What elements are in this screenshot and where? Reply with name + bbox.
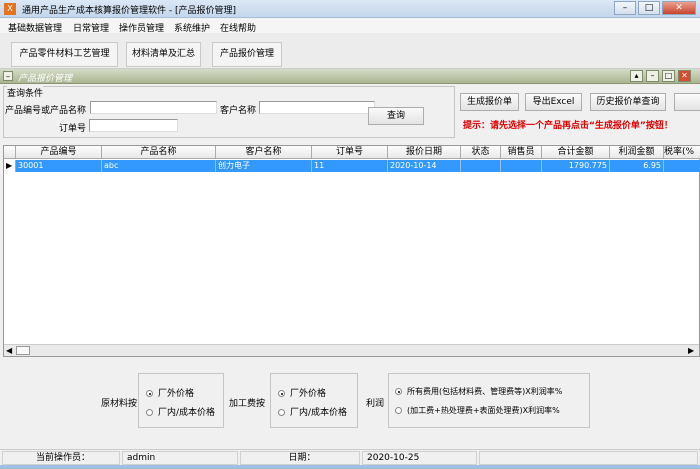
radio-checked-icon: [395, 388, 402, 395]
export-excel-button[interactable]: 导出Excel: [525, 93, 582, 111]
product-label: 产品编号或产品名称: [5, 106, 87, 116]
processing-group: [270, 373, 358, 428]
cell-profit[interactable]: 6.95: [610, 160, 664, 172]
scroll-thumb[interactable]: [16, 346, 30, 355]
col-header-date[interactable]: 报价日期: [388, 146, 461, 159]
col-header-customer[interactable]: 客户名称: [216, 146, 312, 159]
profit-group: [388, 373, 590, 428]
quote-manage-button[interactable]: 产品报价管理: [212, 42, 282, 67]
app-icon: X: [4, 3, 16, 15]
hint-text: 提示：请先选择一个产品再点击“生成报价单”按钮！: [463, 121, 673, 131]
col-header-order[interactable]: 订单号: [312, 146, 388, 159]
horizontal-scrollbar[interactable]: ◀ ▶: [4, 344, 699, 356]
material-option-external[interactable]: 厂外价格: [146, 386, 194, 399]
status-panel-empty: [479, 451, 698, 465]
scroll-left-icon[interactable]: ◀: [6, 346, 12, 355]
cell-date[interactable]: 2020-10-14: [388, 160, 461, 172]
processing-option-external[interactable]: 厂外价格: [278, 386, 326, 399]
date-value: 2020-10-25: [362, 451, 477, 465]
parts-process-button[interactable]: 产品零件材料工艺管理: [11, 42, 118, 67]
profit-label: 利润: [366, 399, 385, 409]
processing-label: 加工费按: [229, 399, 266, 409]
material-group: [138, 373, 224, 428]
row-pointer-icon: ▶: [4, 160, 16, 172]
title-bar: X 通用产品生产成本核算报价管理软件 - [产品报价管理] – □ ✕: [0, 0, 700, 18]
minimize-button[interactable]: –: [614, 1, 636, 15]
cell-product-code[interactable]: 30001: [16, 160, 102, 172]
radio-checked-icon: [146, 390, 153, 397]
cell-order[interactable]: 11: [312, 160, 388, 172]
window-title: 通用产品生产成本核算报价管理软件 - [产品报价管理]: [22, 6, 236, 16]
col-header-total[interactable]: 合计金额: [542, 146, 610, 159]
cell-customer[interactable]: 创力电子: [216, 160, 312, 172]
menu-bar: 基础数据管理 日常管理 操作员管理 系统维护 在线帮助: [0, 19, 700, 34]
status-bar: 当前操作员： admin 日期： 2020-10-25: [0, 449, 700, 465]
cell-product-name[interactable]: abc: [102, 160, 216, 172]
search-button[interactable]: 查询: [368, 107, 424, 125]
material-option-internal[interactable]: 厂内/成本价格: [146, 405, 215, 418]
operator-value: admin: [122, 451, 238, 465]
cell-tax[interactable]: [664, 160, 700, 172]
scroll-right-icon[interactable]: ▶: [688, 346, 694, 355]
radio-unchecked-icon: [146, 409, 153, 416]
child-maximize-button[interactable]: □: [662, 70, 675, 82]
maximize-button[interactable]: □: [638, 1, 660, 15]
child-restore-button[interactable]: ▴: [630, 70, 643, 82]
quote-grid: 产品编号 产品名称 客户名称 订单号 报价日期 状态 销售员 合计金额 利润金额…: [3, 145, 700, 357]
radio-unchecked-icon: [395, 407, 402, 414]
profit-option-processing[interactable]: (加工费+热处理费+表面处理费)X利润率%: [395, 405, 560, 416]
date-label: 日期：: [240, 451, 360, 465]
profit-option-all[interactable]: 所有费用(包括材料费、管理费等)X利润率%: [395, 386, 562, 397]
material-label: 原材料按: [101, 399, 138, 409]
child-menu-icon[interactable]: –: [3, 71, 13, 81]
history-quote-button[interactable]: 历史报价单查询: [590, 93, 666, 111]
row-indicator-header: [4, 146, 16, 159]
radio-unchecked-icon: [278, 409, 285, 416]
customer-input[interactable]: [259, 101, 375, 114]
col-header-profit[interactable]: 利润金额: [610, 146, 664, 159]
col-header-sales[interactable]: 销售员: [501, 146, 542, 159]
child-minimize-button[interactable]: –: [646, 70, 659, 82]
cell-sales[interactable]: [501, 160, 542, 172]
customer-label: 客户名称: [220, 106, 257, 116]
generate-quote-button[interactable]: 生成报价单: [460, 93, 519, 111]
product-input[interactable]: [90, 101, 217, 114]
close-button[interactable]: ✕: [662, 1, 696, 15]
cell-total[interactable]: 1790.775: [542, 160, 610, 172]
taskbar-edge: [0, 465, 700, 469]
child-close-button[interactable]: ✕: [678, 70, 691, 82]
order-input[interactable]: [89, 119, 178, 132]
child-window-title-bar: – 产品报价管理 ▴ – □ ✕: [0, 69, 700, 84]
col-header-tax[interactable]: 税率(%: [664, 146, 700, 159]
child-title: 产品报价管理: [18, 74, 73, 84]
more-button[interactable]: [674, 93, 700, 111]
order-label: 订单号: [59, 124, 87, 134]
col-header-status[interactable]: 状态: [461, 146, 501, 159]
radio-checked-icon: [278, 390, 285, 397]
processing-option-internal[interactable]: 厂内/成本价格: [278, 405, 347, 418]
operator-label: 当前操作员：: [2, 451, 120, 465]
col-header-product-code[interactable]: 产品编号: [16, 146, 102, 159]
col-header-product-name[interactable]: 产品名称: [102, 146, 216, 159]
toolbar: 产品零件材料工艺管理 材料清单及汇总 产品报价管理: [0, 33, 700, 69]
query-group-title: 查询条件: [7, 86, 44, 99]
cell-status[interactable]: [461, 160, 501, 172]
material-list-button[interactable]: 材料清单及汇总: [126, 42, 201, 67]
